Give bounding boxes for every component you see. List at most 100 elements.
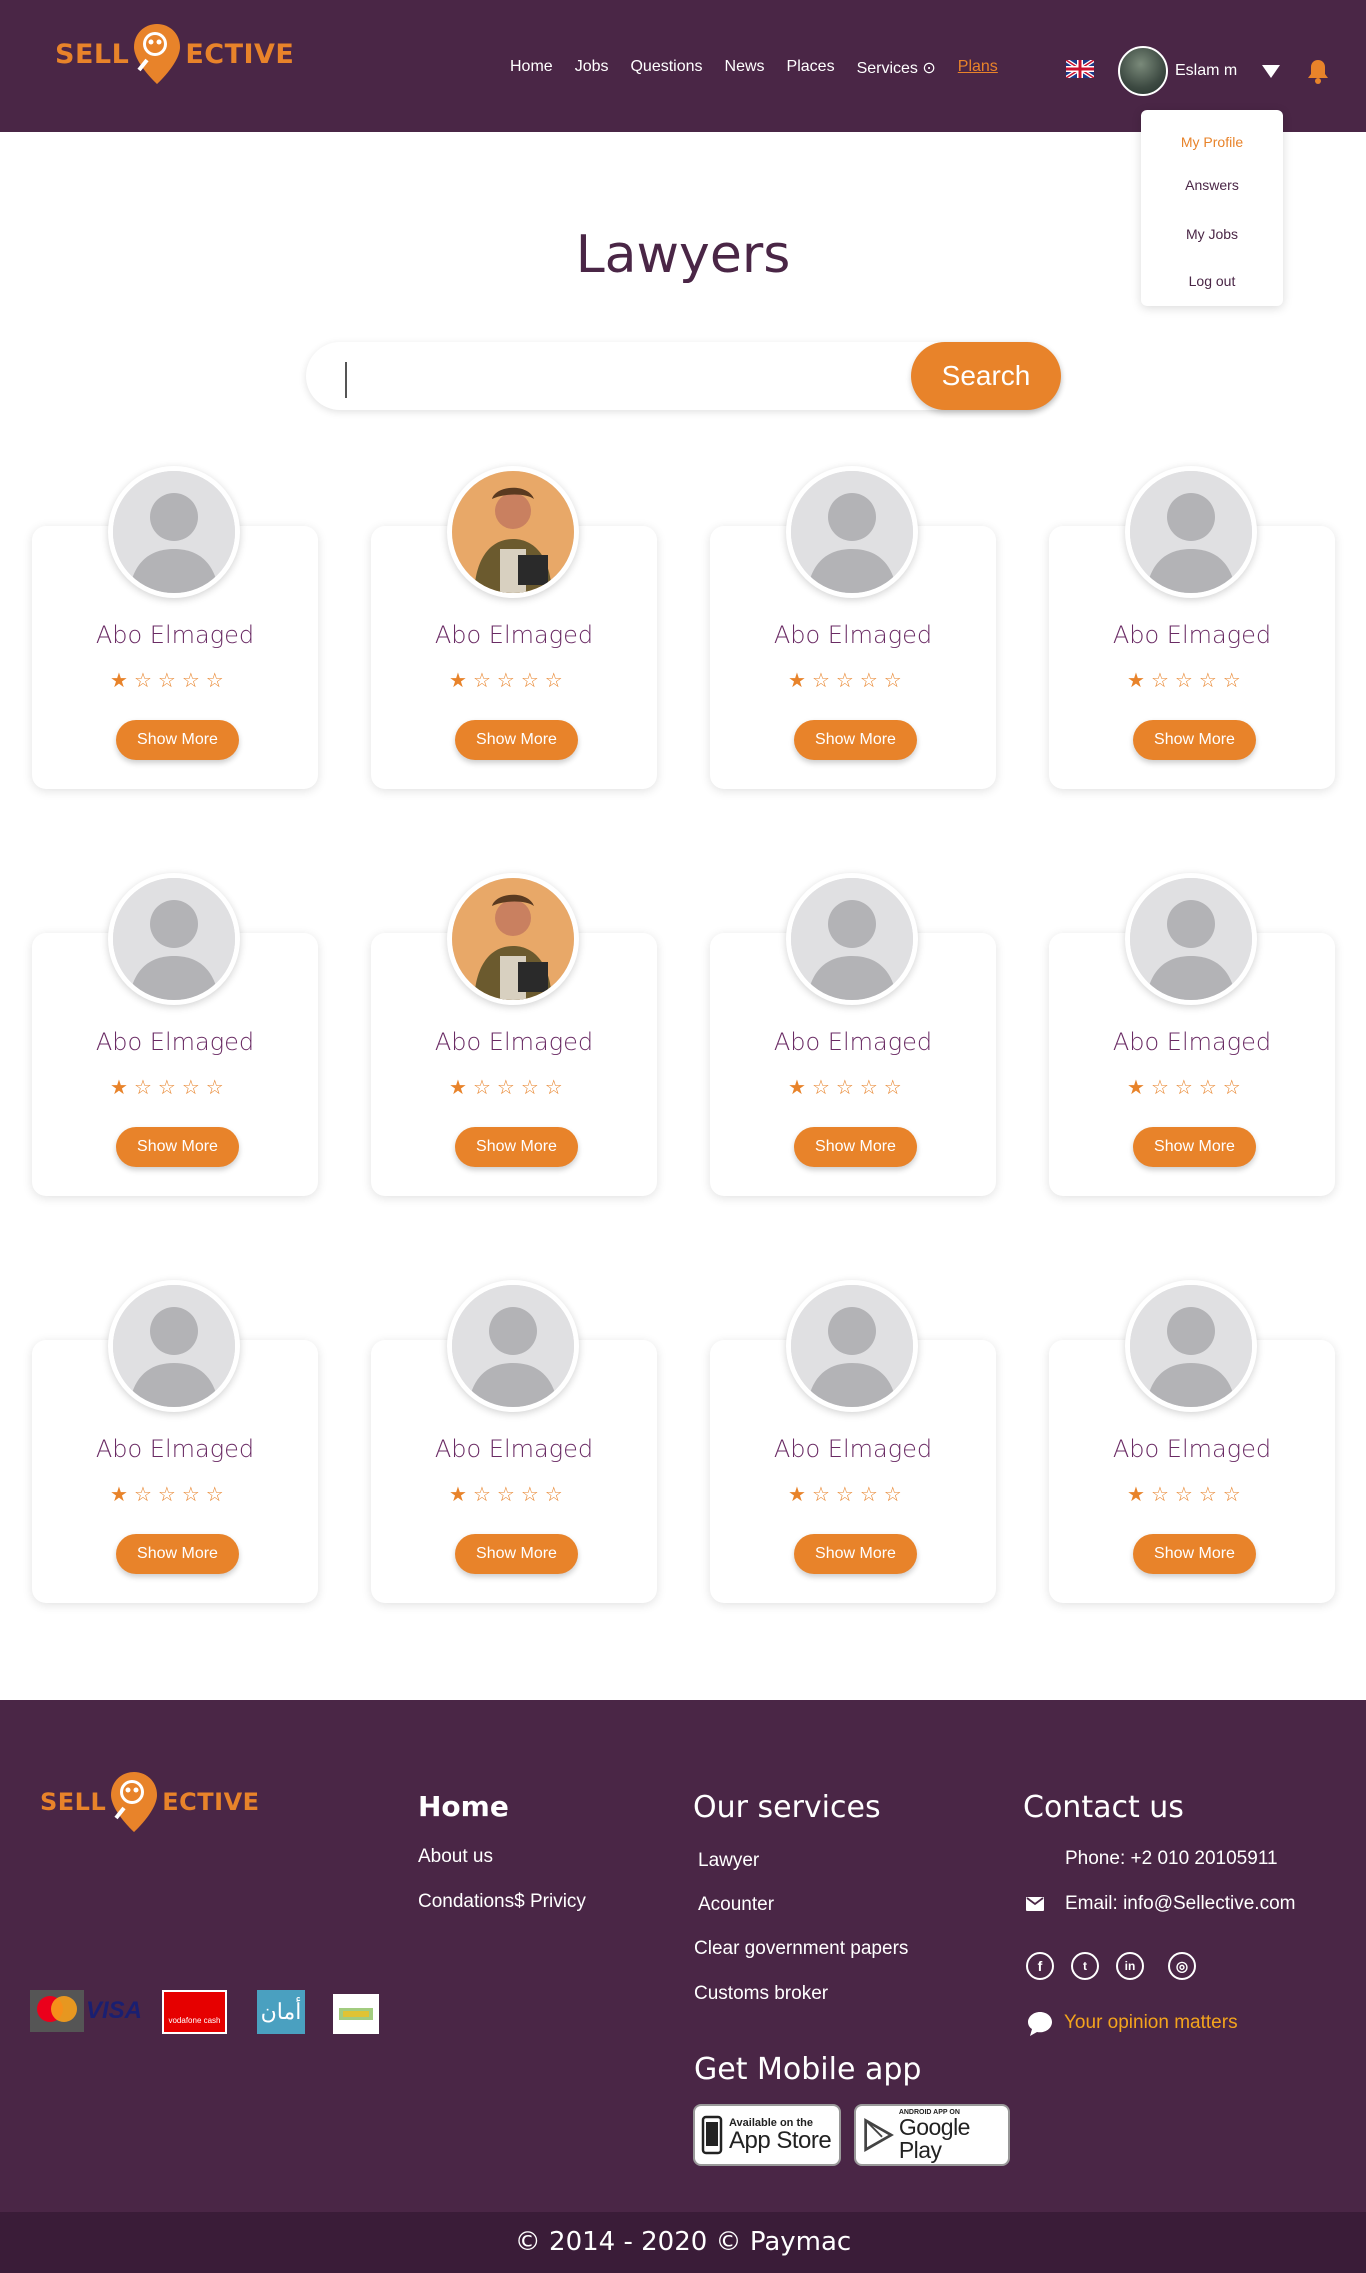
- star-empty-icon: ☆: [181, 670, 206, 692]
- google-play-button[interactable]: ANDROID APP ON Google Play: [854, 2104, 1010, 2166]
- star-filled-icon: ★: [788, 1484, 812, 1506]
- star-filled-icon: ★: [110, 670, 134, 692]
- bell-icon[interactable]: [1307, 58, 1329, 89]
- show-more-button[interactable]: Show More: [116, 1127, 239, 1167]
- nav-home[interactable]: Home: [510, 58, 553, 78]
- star-empty-icon: ☆: [496, 1077, 521, 1099]
- app-store-button[interactable]: Available on the App Store: [693, 2104, 841, 2166]
- lawyer-card: Abo Elmaged ★☆☆☆☆ Show More: [710, 466, 996, 789]
- lawyer-card: Abo Elmaged ★☆☆☆☆ Show More: [32, 873, 318, 1196]
- twitter-icon[interactable]: t: [1071, 1952, 1099, 1980]
- menu-item-my-profile[interactable]: My Profile: [1141, 134, 1283, 150]
- star-rating: ★☆☆☆☆: [788, 1482, 908, 1507]
- show-more-button[interactable]: Show More: [116, 1534, 239, 1574]
- facebook-icon[interactable]: f: [1026, 1952, 1054, 1980]
- show-more-button[interactable]: Show More: [455, 1534, 578, 1574]
- page-title: Lawyers: [575, 225, 791, 285]
- footer-link-customs[interactable]: Customs broker: [694, 1983, 828, 2005]
- star-rating: ★☆☆☆☆: [110, 668, 230, 693]
- star-empty-icon: ☆: [859, 1077, 884, 1099]
- avatar-placeholder-icon: [786, 1280, 918, 1412]
- star-filled-icon: ★: [110, 1077, 134, 1099]
- show-more-button[interactable]: Show More: [794, 1127, 917, 1167]
- linkedin-icon[interactable]: in: [1116, 1952, 1144, 1980]
- star-empty-icon: ☆: [205, 1484, 230, 1506]
- lawyer-name: Abo Elmaged: [434, 1435, 594, 1463]
- user-name[interactable]: Eslam m: [1175, 62, 1237, 80]
- nav-plans[interactable]: Plans: [958, 58, 998, 78]
- footer-link-about[interactable]: About us: [418, 1846, 493, 1868]
- footer-services-heading: Our services: [693, 1790, 881, 1825]
- star-filled-icon: ★: [1127, 1484, 1151, 1506]
- show-more-button[interactable]: Show More: [1133, 1127, 1256, 1167]
- star-empty-icon: ☆: [544, 1484, 569, 1506]
- user-avatar[interactable]: [1118, 46, 1168, 96]
- footer-home-heading[interactable]: Home: [418, 1790, 509, 1823]
- avatar-placeholder-icon: [108, 873, 240, 1005]
- show-more-button[interactable]: Show More: [455, 1127, 578, 1167]
- show-more-button[interactable]: Show More: [116, 720, 239, 760]
- star-empty-icon: ☆: [472, 1484, 497, 1506]
- uk-flag-icon[interactable]: [1066, 60, 1094, 78]
- star-empty-icon: ☆: [181, 1484, 206, 1506]
- star-empty-icon: ☆: [859, 1484, 884, 1506]
- star-filled-icon: ★: [788, 670, 812, 692]
- show-more-button[interactable]: Show More: [455, 720, 578, 760]
- envelope-icon: [1026, 1897, 1044, 1916]
- nav-services[interactable]: Services ⊙: [857, 58, 936, 78]
- phone-icon: [701, 2115, 723, 2155]
- chevron-down-icon[interactable]: [1262, 65, 1280, 78]
- star-rating: ★☆☆☆☆: [110, 1075, 230, 1100]
- nav-news[interactable]: News: [725, 58, 765, 78]
- footer-link-privacy[interactable]: Condations$ Privicy: [418, 1891, 586, 1913]
- footer-contact-heading: Contact us: [1023, 1790, 1184, 1825]
- star-empty-icon: ☆: [496, 670, 521, 692]
- star-rating: ★☆☆☆☆: [449, 668, 569, 693]
- star-empty-icon: ☆: [1174, 1484, 1199, 1506]
- star-empty-icon: ☆: [1198, 670, 1223, 692]
- avatar-placeholder-icon: [786, 466, 918, 598]
- nav-places[interactable]: Places: [787, 58, 835, 78]
- footer-link-acounter[interactable]: Acounter: [698, 1894, 774, 1916]
- search-button[interactable]: Search: [911, 342, 1061, 410]
- footer-link-lawyer[interactable]: Lawyer: [698, 1850, 759, 1872]
- star-empty-icon: ☆: [472, 1077, 497, 1099]
- show-more-button[interactable]: Show More: [1133, 1534, 1256, 1574]
- nav-jobs[interactable]: Jobs: [575, 58, 609, 78]
- aman-label: أمان: [260, 1999, 302, 2024]
- show-more-button[interactable]: Show More: [794, 720, 917, 760]
- star-empty-icon: ☆: [1150, 670, 1175, 692]
- lawyer-photo: [447, 466, 579, 598]
- show-more-button[interactable]: Show More: [1133, 720, 1256, 760]
- star-empty-icon: ☆: [181, 1077, 206, 1099]
- star-empty-icon: ☆: [835, 1077, 860, 1099]
- star-rating: ★☆☆☆☆: [449, 1075, 569, 1100]
- logo-text-right: ECTIVE: [185, 38, 295, 70]
- google-play-icon: [864, 2118, 894, 2152]
- star-empty-icon: ☆: [496, 1484, 521, 1506]
- avatar-placeholder-icon: [108, 1280, 240, 1412]
- nav-questions[interactable]: Questions: [630, 58, 702, 78]
- opinion-link[interactable]: Your opinion matters: [1064, 2012, 1238, 2034]
- star-empty-icon: ☆: [1222, 670, 1247, 692]
- copyright: © 2014 - 2020 © Paymac: [0, 2212, 1366, 2273]
- lawyer-card: Abo Elmaged ★☆☆☆☆ Show More: [32, 1280, 318, 1603]
- show-more-button[interactable]: Show More: [794, 1534, 917, 1574]
- text-cursor: [345, 362, 347, 398]
- chat-bubble-icon[interactable]: [1026, 2010, 1054, 2043]
- star-empty-icon: ☆: [1222, 1077, 1247, 1099]
- avatar-placeholder-icon: [1125, 1280, 1257, 1412]
- star-empty-icon: ☆: [205, 670, 230, 692]
- instagram-icon[interactable]: ◎: [1168, 1952, 1196, 1980]
- star-empty-icon: ☆: [1198, 1077, 1223, 1099]
- menu-item-answers[interactable]: Answers: [1141, 177, 1283, 193]
- star-empty-icon: ☆: [133, 1484, 158, 1506]
- lawyer-card: Abo Elmaged ★☆☆☆☆ Show More: [1049, 466, 1335, 789]
- footer-link-gov-papers[interactable]: Clear government papers: [694, 1938, 908, 1960]
- star-empty-icon: ☆: [883, 1077, 908, 1099]
- contact-email[interactable]: Email: info@Sellective.com: [1065, 1893, 1295, 1915]
- footer-logo[interactable]: SELL ECTIVE: [40, 1770, 260, 1834]
- main-nav: Home Jobs Questions News Places Services…: [510, 58, 1020, 78]
- logo[interactable]: SELL ECTIVE: [55, 22, 294, 86]
- lawyer-card: Abo Elmaged ★☆☆☆☆ Show More: [1049, 873, 1335, 1196]
